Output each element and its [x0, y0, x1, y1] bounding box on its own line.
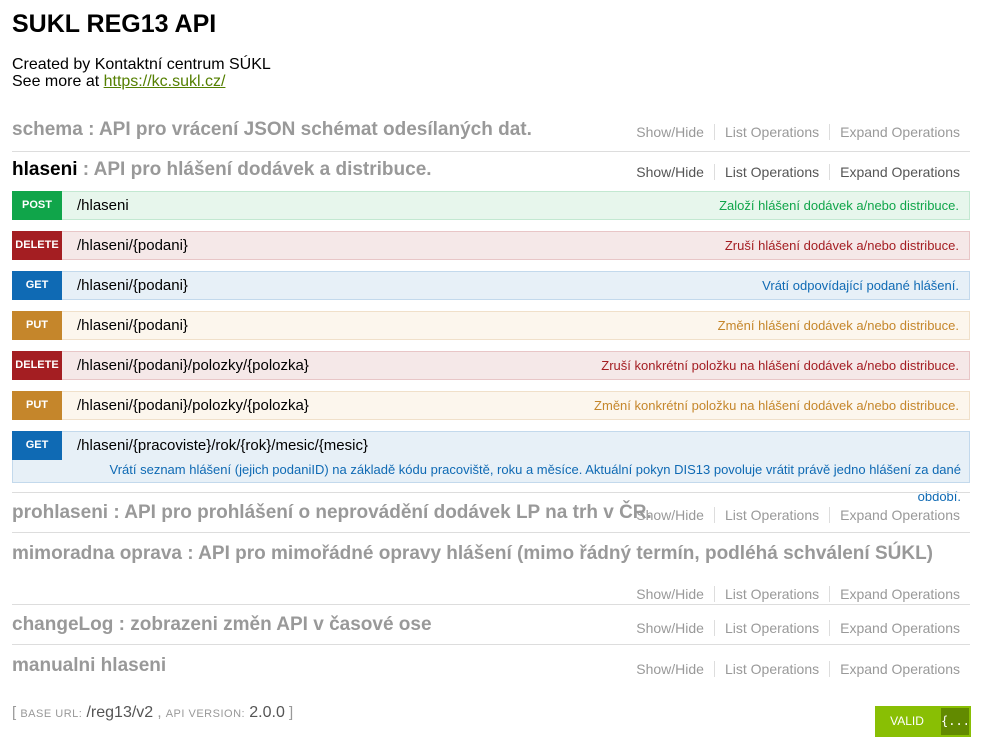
resource-title-prohlaseni[interactable]: prohlaseni : API pro prohlášení o neprov… [12, 502, 652, 524]
resource-name[interactable]: hlaseni [12, 159, 77, 180]
list-operations-link[interactable]: List Operations [715, 586, 831, 602]
api-version-value: 2.0.0 [249, 704, 285, 721]
method-badge[interactable]: POST [12, 191, 62, 220]
expand-operations-link[interactable]: Expand Operations [830, 620, 960, 636]
open-bracket: [ [12, 704, 17, 721]
api-version-label: API VERSION: [165, 708, 246, 720]
method-badge[interactable]: GET [12, 431, 62, 460]
resource-ops: Show/Hide List Operations Expand Operati… [626, 124, 960, 140]
resource-mimoradna-oprava: mimoradna oprava : API pro mimořádné opr… [12, 533, 970, 605]
show-hide-link[interactable]: Show/Hide [626, 620, 715, 636]
resource-desc: : API pro vrácení JSON schémat odesílaný… [88, 119, 532, 140]
separator: , [157, 704, 162, 721]
resource-title-hlaseni[interactable]: hlaseni : API pro hlášení dodávek a dist… [12, 159, 432, 181]
resource-desc: : zobrazeni změn API v časové ose [118, 614, 432, 635]
resource-desc: : API pro mimořádné opravy hlášení (mimo… [187, 543, 934, 564]
see-more-prefix: See more at [12, 73, 104, 90]
resource-name[interactable]: mimoradna oprava [12, 543, 182, 564]
resource-ops: Show/Hide List Operations Expand Operati… [626, 586, 960, 602]
expand-operations-link[interactable]: Expand Operations [830, 164, 960, 180]
method-badge[interactable]: PUT [12, 391, 62, 420]
show-hide-link[interactable]: Show/Hide [626, 164, 715, 180]
endpoint-path[interactable]: /hlaseni/{podani} [77, 232, 188, 259]
endpoint-put-hlaseni-podani[interactable]: PUT /hlaseni/{podani} Změní hlášení dodá… [12, 311, 970, 340]
resource-title-changelog[interactable]: changeLog : zobrazeni změn API v časové … [12, 614, 432, 636]
list-operations-link[interactable]: List Operations [715, 124, 831, 140]
endpoint-delete-hlaseni-podani[interactable]: DELETE /hlaseni/{podani} Zruší hlášení d… [12, 231, 970, 260]
api-info: Created by Kontaktní centrum SÚKL See mo… [12, 56, 271, 90]
resource-prohlaseni: prohlaseni : API pro prohlášení o neprov… [12, 493, 970, 533]
endpoint-post-hlaseni[interactable]: POST /hlaseni Založí hlášení dodávek a/n… [12, 191, 970, 220]
method-badge[interactable]: DELETE [12, 351, 62, 380]
method-badge[interactable]: GET [12, 271, 62, 300]
resource-title-schema[interactable]: schema : API pro vrácení JSON schémat od… [12, 119, 532, 141]
endpoint-put-polozka[interactable]: PUT /hlaseni/{podani}/polozky/{polozka} … [12, 391, 970, 420]
show-hide-link[interactable]: Show/Hide [626, 661, 715, 677]
resource-name[interactable]: changeLog [12, 614, 113, 635]
expand-operations-link[interactable]: Expand Operations [830, 586, 960, 602]
page-title: SUKL REG13 API [12, 10, 217, 38]
resource-title-mimoradna[interactable]: mimoradna oprava : API pro mimořádné opr… [12, 543, 933, 565]
show-hide-link[interactable]: Show/Hide [626, 124, 715, 140]
api-footer-info: [ BASE URL: /reg13/v2 , API VERSION: 2.0… [12, 704, 293, 722]
show-hide-link[interactable]: Show/Hide [626, 507, 715, 523]
close-bracket: ] [289, 704, 294, 721]
created-by: Created by Kontaktní centrum SÚKL [12, 56, 271, 73]
base-url-label: BASE URL: [20, 708, 83, 720]
method-badge[interactable]: PUT [12, 311, 62, 340]
endpoint-summary[interactable]: Zruší konkrétní položku na hlášení dodáv… [601, 352, 959, 379]
resource-name[interactable]: schema [12, 119, 83, 140]
see-more: See more at https://kc.sukl.cz/ [12, 73, 271, 90]
resource-name[interactable]: prohlaseni [12, 502, 108, 523]
validator-badge[interactable]: VALID {...} [875, 706, 977, 737]
endpoint-path[interactable]: /hlaseni/{podani} [77, 272, 188, 299]
endpoint-get-pracoviste[interactable]: GET /hlaseni/{pracoviste}/rok/{rok}/mesi… [12, 431, 970, 504]
resource-manualni-hlaseni: manualni hlaseni Show/Hide List Operatio… [12, 645, 970, 685]
endpoint-path[interactable]: /hlaseni/{podani} [77, 312, 188, 339]
endpoint-summary[interactable]: Vrátí odpovídající podané hlášení. [762, 272, 959, 299]
resource-desc: : API pro hlášení dodávek a distribuce. [82, 159, 432, 180]
list-operations-link[interactable]: List Operations [715, 164, 831, 180]
list-operations-link[interactable]: List Operations [715, 620, 831, 636]
expand-operations-link[interactable]: Expand Operations [830, 124, 960, 140]
endpoint-path[interactable]: /hlaseni/{podani}/polozky/{polozka} [77, 392, 309, 419]
resource-ops: Show/Hide List Operations Expand Operati… [626, 620, 960, 636]
resource-ops: Show/Hide List Operations Expand Operati… [626, 661, 960, 677]
endpoint-summary[interactable]: Založí hlášení dodávek a/nebo distribuce… [719, 192, 959, 219]
list-operations-link[interactable]: List Operations [715, 661, 831, 677]
expand-operations-link[interactable]: Expand Operations [830, 507, 960, 523]
validator-label[interactable]: VALID [875, 706, 939, 737]
resource-changelog: changeLog : zobrazeni změn API v časové … [12, 605, 970, 645]
expand-operations-link[interactable]: Expand Operations [830, 661, 960, 677]
contact-link[interactable]: https://kc.sukl.cz/ [104, 73, 226, 90]
endpoint-summary[interactable]: Zruší hlášení dodávek a/nebo distribuce. [725, 232, 959, 259]
base-url-value: /reg13/v2 [86, 704, 154, 721]
resource-title-manualni[interactable]: manualni hlaseni [12, 655, 166, 677]
endpoint-summary[interactable]: Změní hlášení dodávek a/nebo distribuce. [718, 312, 959, 339]
endpoint-path[interactable]: /hlaseni [77, 192, 129, 219]
endpoint-path[interactable]: /hlaseni/{podani}/polozky/{polozka} [77, 352, 309, 379]
resource-ops: Show/Hide List Operations Expand Operati… [626, 507, 960, 523]
json-braces-icon[interactable]: {...} [941, 708, 977, 735]
endpoint-path[interactable]: /hlaseni/{pracoviste}/rok/{rok}/mesic/{m… [77, 432, 368, 459]
endpoint-get-hlaseni-podani[interactable]: GET /hlaseni/{podani} Vrátí odpovídající… [12, 271, 970, 300]
resource-hlaseni: hlaseni : API pro hlášení dodávek a dist… [12, 152, 970, 192]
resource-name[interactable]: manualni hlaseni [12, 655, 166, 676]
show-hide-link[interactable]: Show/Hide [626, 586, 715, 602]
method-badge[interactable]: DELETE [12, 231, 62, 260]
list-operations-link[interactable]: List Operations [715, 507, 831, 523]
resource-ops: Show/Hide List Operations Expand Operati… [626, 164, 960, 180]
endpoint-delete-polozka[interactable]: DELETE /hlaseni/{podani}/polozky/{polozk… [12, 351, 970, 380]
resource-desc: : API pro prohlášení o neprovádění dodáv… [113, 502, 652, 523]
endpoint-summary[interactable]: Změní konkrétní položku na hlášení dodáv… [594, 392, 959, 419]
resource-schema: schema : API pro vrácení JSON schémat od… [12, 112, 970, 152]
